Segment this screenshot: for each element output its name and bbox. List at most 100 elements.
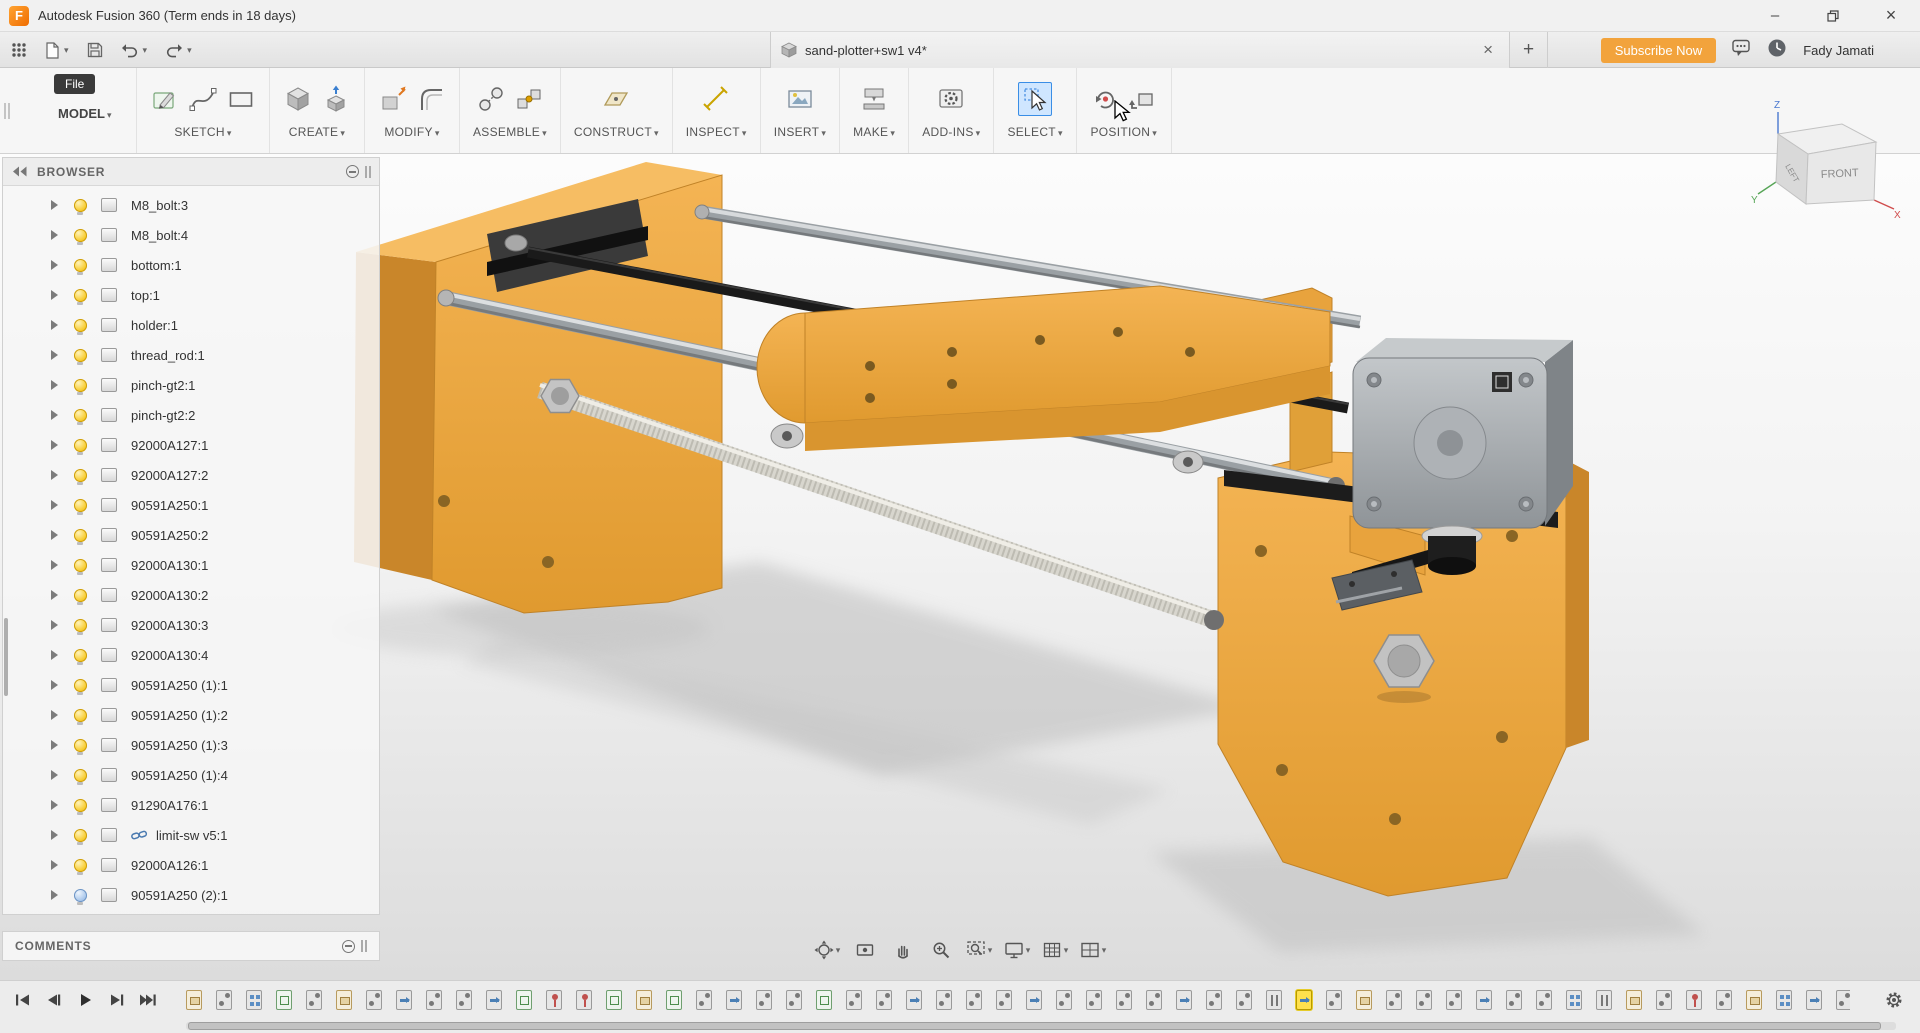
pan-tool[interactable] bbox=[886, 936, 920, 964]
joint-icon[interactable] bbox=[476, 84, 506, 114]
expand-arrow-icon[interactable] bbox=[51, 500, 58, 510]
browser-item-row[interactable]: 90591A250 (2):1 bbox=[3, 880, 379, 910]
browser-item-row[interactable]: 92000A130:1 bbox=[3, 550, 379, 580]
expand-arrow-icon[interactable] bbox=[51, 770, 58, 780]
browser-header[interactable]: BROWSER bbox=[3, 158, 379, 186]
expand-arrow-icon[interactable] bbox=[51, 290, 58, 300]
revert-position-icon[interactable] bbox=[1128, 84, 1158, 114]
extrude-icon[interactable] bbox=[321, 84, 351, 114]
timeline-feature-slider[interactable] bbox=[1176, 990, 1192, 1010]
visibility-bulb-icon[interactable] bbox=[74, 409, 87, 422]
collapse-panel-icon[interactable] bbox=[11, 165, 29, 178]
browser-item-row[interactable]: 92000A126:1 bbox=[3, 850, 379, 880]
timeline-feature-joint[interactable] bbox=[1146, 990, 1162, 1010]
save-button[interactable] bbox=[84, 39, 106, 61]
timeline-feature-joint[interactable] bbox=[846, 990, 862, 1010]
visibility-bulb-icon[interactable] bbox=[74, 289, 87, 302]
toolbar-group-label[interactable]: CONSTRUCT bbox=[574, 125, 659, 139]
timeline-feature-sketch[interactable] bbox=[666, 990, 682, 1010]
select-tool-active[interactable] bbox=[1018, 82, 1052, 116]
browser-item-row[interactable]: pinch-gt2:1 bbox=[3, 370, 379, 400]
timeline-feature-joint[interactable] bbox=[996, 990, 1012, 1010]
expand-arrow-icon[interactable] bbox=[51, 710, 58, 720]
visibility-bulb-icon[interactable] bbox=[74, 349, 87, 362]
timeline-feature-joint[interactable] bbox=[1116, 990, 1132, 1010]
step-forward-button[interactable] bbox=[103, 989, 129, 1011]
expand-arrow-icon[interactable] bbox=[51, 620, 58, 630]
timeline-feature-joint[interactable] bbox=[1536, 990, 1552, 1010]
browser-item-row[interactable]: 91290A176:1 bbox=[3, 790, 379, 820]
visibility-bulb-icon[interactable] bbox=[74, 529, 87, 542]
expand-arrow-icon[interactable] bbox=[51, 650, 58, 660]
toolbar-grip[interactable] bbox=[0, 68, 14, 153]
visibility-bulb-icon[interactable] bbox=[74, 739, 87, 752]
visibility-bulb-icon[interactable] bbox=[74, 619, 87, 632]
step-back-button[interactable] bbox=[41, 989, 67, 1011]
browser-item-row[interactable]: pinch-gt2:2 bbox=[3, 400, 379, 430]
browser-item-row[interactable]: thread_rod:1 bbox=[3, 340, 379, 370]
insert-canvas-icon[interactable] bbox=[785, 84, 815, 114]
browser-item-row[interactable]: M8_bolt:3 bbox=[3, 190, 379, 220]
new-component-icon[interactable] bbox=[283, 84, 313, 114]
viewports-tool[interactable] bbox=[1076, 936, 1110, 964]
subscribe-now-button[interactable]: Subscribe Now bbox=[1601, 38, 1716, 63]
browser-item-row[interactable]: M8_bolt:4 bbox=[3, 220, 379, 250]
timeline-feature-align[interactable] bbox=[1596, 990, 1612, 1010]
visibility-bulb-icon[interactable] bbox=[74, 859, 87, 872]
timeline-feature-slider[interactable] bbox=[1806, 990, 1822, 1010]
scripts-addins-icon[interactable] bbox=[936, 84, 966, 114]
timeline-feature-component[interactable] bbox=[636, 990, 652, 1010]
visibility-bulb-icon[interactable] bbox=[74, 319, 87, 332]
timeline-feature-component[interactable] bbox=[1626, 990, 1642, 1010]
toolbar-group-label[interactable]: ADD-INS bbox=[922, 125, 980, 139]
timeline-feature-joint[interactable] bbox=[1716, 990, 1732, 1010]
expand-arrow-icon[interactable] bbox=[51, 380, 58, 390]
browser-item-row[interactable]: top:1 bbox=[3, 280, 379, 310]
timeline-feature-joint[interactable] bbox=[1206, 990, 1222, 1010]
browser-item-row[interactable]: 92000A130:4 bbox=[3, 640, 379, 670]
visibility-bulb-icon[interactable] bbox=[74, 649, 87, 662]
notifications-button[interactable] bbox=[1732, 39, 1751, 62]
browser-item-row[interactable]: 90591A250:2 bbox=[3, 520, 379, 550]
toolbar-group-label[interactable]: MAKE bbox=[853, 125, 895, 139]
visibility-bulb-icon[interactable] bbox=[74, 889, 87, 902]
timeline-scrollbar[interactable] bbox=[186, 1022, 1896, 1030]
timeline-feature-pattern[interactable] bbox=[246, 990, 262, 1010]
visibility-bulb-icon[interactable] bbox=[74, 829, 87, 842]
browser-item-row[interactable]: 90591A250:1 bbox=[3, 490, 379, 520]
3d-print-icon[interactable] bbox=[859, 84, 889, 114]
timeline-feature-slider[interactable] bbox=[726, 990, 742, 1010]
comments-options-icon[interactable] bbox=[342, 940, 355, 953]
timeline-feature-joint[interactable] bbox=[786, 990, 802, 1010]
timeline-feature-joint[interactable] bbox=[1386, 990, 1402, 1010]
browser-item-row[interactable]: 92000A127:2 bbox=[3, 460, 379, 490]
visibility-bulb-icon[interactable] bbox=[74, 799, 87, 812]
timeline-feature-joint[interactable] bbox=[1506, 990, 1522, 1010]
timeline-feature-joint[interactable] bbox=[1416, 990, 1432, 1010]
rectangle-icon[interactable] bbox=[226, 84, 256, 114]
timeline-feature-joint[interactable] bbox=[216, 990, 232, 1010]
comments-panel[interactable]: COMMENTS bbox=[2, 931, 380, 961]
user-account-button[interactable]: Fady Jamati bbox=[1803, 43, 1874, 58]
timeline-feature-slider[interactable] bbox=[1476, 990, 1492, 1010]
browser-scrollbar[interactable] bbox=[4, 618, 8, 696]
toolbar-group-label[interactable]: SELECT bbox=[1007, 125, 1062, 139]
panel-grip-icon[interactable] bbox=[365, 166, 371, 178]
timeline-feature-joint[interactable] bbox=[1236, 990, 1252, 1010]
display-settings-tool[interactable] bbox=[1000, 936, 1034, 964]
fit-tool[interactable] bbox=[962, 936, 996, 964]
orbit-tool[interactable] bbox=[810, 936, 844, 964]
timeline-feature-joint[interactable] bbox=[1086, 990, 1102, 1010]
timeline-feature-slider[interactable] bbox=[906, 990, 922, 1010]
timeline-settings-gear-icon[interactable] bbox=[1884, 990, 1904, 1015]
timeline-feature-pin[interactable] bbox=[576, 990, 592, 1010]
timeline-feature-pin[interactable] bbox=[1686, 990, 1702, 1010]
new-tab-button[interactable]: + bbox=[1510, 32, 1548, 68]
timeline-feature-joint[interactable] bbox=[696, 990, 712, 1010]
timeline-feature-joint[interactable] bbox=[1326, 990, 1342, 1010]
job-status-button[interactable] bbox=[1767, 38, 1787, 63]
timeline-feature-joint[interactable] bbox=[966, 990, 982, 1010]
toolbar-group-label[interactable]: CREATE bbox=[289, 125, 345, 139]
comments-grip-icon[interactable] bbox=[361, 940, 367, 952]
visibility-bulb-icon[interactable] bbox=[74, 769, 87, 782]
